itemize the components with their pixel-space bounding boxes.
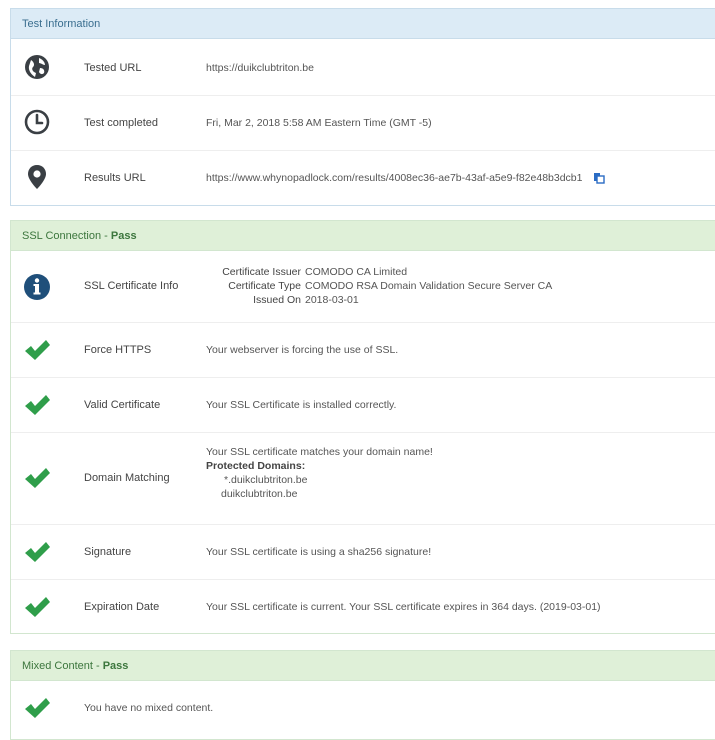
mixed-content-row: You have no mixed content. [11, 682, 715, 737]
check-icon [25, 698, 50, 718]
domain-matching-message: Your SSL certificate matches your domain… [206, 446, 433, 458]
globe-icon [25, 55, 49, 79]
ssl-connection-panel: SSL Connection - Pass SSL Certificate In… [10, 220, 715, 634]
panel-title: SSL Connection - [22, 230, 111, 242]
force-https-row: Force HTTPS Your webserver is forcing th… [11, 322, 715, 378]
expiration-date-label: Expiration Date [84, 601, 160, 613]
mixed-content-panel: Mixed Content - Pass You have no mixed c… [10, 650, 715, 740]
valid-certificate-row: Valid Certificate Your SSL Certificate i… [11, 377, 715, 433]
certificate-type-value: COMODO RSA Domain Validation Secure Serv… [305, 280, 553, 292]
results-url-value: https://www.whynopadlock.com/results/400… [206, 172, 606, 184]
panel-header-ssl-connection: SSL Connection - Pass [11, 221, 715, 251]
expiration-date-row: Expiration Date Your SSL certificate is … [11, 579, 715, 634]
expiration-date-value: Your SSL certificate is current. Your SS… [206, 601, 601, 613]
domain-matching-row: Domain Matching Your SSL certificate mat… [11, 432, 715, 525]
results-url-row: Results URL https://www.whynopadlock.com… [11, 150, 715, 205]
test-information-panel: Test Information Tested URL https://duik… [10, 8, 715, 206]
ssl-certificate-info-row: SSL Certificate Info Certificate Issuer C… [11, 252, 715, 323]
certificate-details: Certificate Issuer COMODO CA Limited Cert… [206, 265, 552, 307]
issued-on-value: 2018-03-01 [305, 294, 359, 306]
test-completed-label: Test completed [84, 117, 158, 129]
check-icon [25, 542, 50, 562]
ssl-certificate-info-label: SSL Certificate Info [84, 280, 179, 292]
signature-value: Your SSL certificate is using a sha256 s… [206, 546, 432, 558]
info-icon [24, 274, 50, 300]
signature-label: Signature [84, 546, 132, 558]
protected-domain-item: *.duikclubtriton.be [224, 474, 308, 486]
certificate-type-key: Certificate Type [228, 280, 301, 292]
tested-url-label: Tested URL [84, 62, 142, 74]
status-badge: Pass [110, 230, 137, 242]
check-icon [25, 340, 50, 360]
tested-url-value[interactable]: https://duikclubtriton.be [206, 62, 314, 74]
certificate-issuer-key: Certificate Issuer [222, 266, 301, 278]
domain-matching-details: Your SSL certificate matches your domain… [206, 445, 433, 501]
check-icon [25, 468, 50, 488]
copy-icon[interactable] [593, 172, 606, 184]
signature-row: Signature Your SSL certificate is using … [11, 524, 715, 580]
tested-url-row: Tested URL https://duikclubtriton.be [11, 40, 715, 96]
results-url-link[interactable]: https://www.whynopadlock.com/results/400… [206, 172, 583, 184]
map-pin-icon [28, 165, 46, 189]
protected-domain-item: duikclubtriton.be [221, 488, 298, 500]
panel-title: Mixed Content - [22, 660, 103, 672]
protected-domains-label: Protected Domains: [206, 460, 306, 472]
certificate-issuer-value: COMODO CA Limited [305, 266, 408, 278]
test-completed-value: Fri, Mar 2, 2018 5:58 AM Eastern Time (G… [206, 117, 432, 129]
status-badge: Pass [102, 660, 129, 672]
panel-header-test-information: Test Information [11, 9, 715, 39]
valid-certificate-label: Valid Certificate [84, 399, 161, 411]
panel-title: Test Information [22, 18, 101, 30]
domain-matching-label: Domain Matching [84, 472, 170, 484]
results-url-label: Results URL [84, 172, 146, 184]
valid-certificate-value: Your SSL Certificate is installed correc… [206, 399, 397, 411]
force-https-value: Your webserver is forcing the use of SSL… [206, 344, 399, 356]
check-icon [25, 597, 50, 617]
issued-on-key: Issued On [253, 294, 301, 306]
panel-header-mixed-content: Mixed Content - Pass [11, 651, 715, 681]
clock-icon [24, 109, 50, 135]
test-completed-row: Test completed Fri, Mar 2, 2018 5:58 AM … [11, 95, 715, 151]
check-icon [25, 395, 50, 415]
force-https-label: Force HTTPS [84, 344, 152, 356]
mixed-content-message: You have no mixed content. [84, 702, 214, 714]
